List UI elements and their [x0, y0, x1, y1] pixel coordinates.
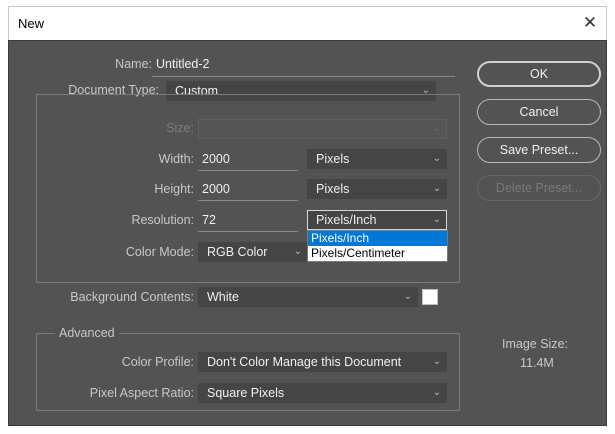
width-input-underline: [198, 170, 298, 171]
menu-item-pixels-centimeter[interactable]: Pixels/Centimeter: [308, 246, 447, 261]
chevron-down-icon: ⌄: [403, 291, 412, 302]
cancel-button[interactable]: Cancel: [477, 99, 601, 125]
pixel-aspect-ratio-label: Pixel Aspect Ratio:: [89, 386, 194, 400]
height-unit-value: Pixels: [316, 182, 350, 196]
background-contents-dropdown[interactable]: White ⌄: [198, 287, 418, 307]
pixel-aspect-ratio-value: Square Pixels: [207, 386, 285, 400]
save-preset-button[interactable]: Save Preset...: [477, 137, 601, 163]
width-label: Width:: [158, 152, 194, 166]
color-mode-value: RGB Color: [207, 245, 268, 259]
resolution-unit-dropdown[interactable]: Pixels/Inch ⌄: [307, 210, 447, 230]
chevron-down-icon: ⌄: [293, 246, 302, 257]
chevron-down-icon: ⌄: [432, 153, 441, 164]
chevron-down-icon: ⌄: [432, 214, 441, 225]
color-mode-dropdown[interactable]: RGB Color ⌄: [198, 242, 308, 262]
resolution-label: Resolution:: [131, 213, 194, 227]
chevron-down-icon: ⌄: [432, 123, 441, 134]
image-size-label: Image Size:: [502, 337, 569, 351]
size-dropdown: ⌄: [198, 119, 447, 139]
advanced-toggle[interactable]: Advanced: [55, 326, 119, 340]
ok-button[interactable]: OK: [477, 61, 601, 87]
close-icon[interactable]: ✕: [580, 14, 600, 34]
width-unit-value: Pixels: [316, 152, 350, 166]
background-contents-label: Background Contents:: [70, 290, 194, 304]
resolution-unit-value: Pixels/Inch: [316, 213, 377, 227]
title-bar: New ✕: [8, 6, 607, 40]
name-label: Name:: [115, 57, 152, 71]
height-input[interactable]: 2000: [202, 182, 230, 196]
new-document-dialog: New ✕ Name: Untitled-2 Document Type: Cu…: [8, 6, 607, 426]
color-profile-dropdown[interactable]: Don't Color Manage this Document ⌄: [198, 352, 447, 372]
height-label: Height:: [154, 182, 194, 196]
color-mode-label: Color Mode:: [125, 245, 194, 259]
image-size-value: 11.4M: [520, 356, 554, 370]
pixel-aspect-ratio-dropdown[interactable]: Square Pixels ⌄: [198, 383, 447, 403]
color-profile-value: Don't Color Manage this Document: [207, 355, 402, 369]
chevron-down-icon: ⌄: [432, 356, 441, 367]
dialog-title: New: [18, 16, 45, 31]
background-contents-value: White: [207, 290, 239, 304]
height-unit-dropdown[interactable]: Pixels ⌄: [307, 179, 447, 199]
resolution-input[interactable]: 72: [202, 213, 216, 227]
height-input-underline: [198, 200, 298, 201]
resolution-unit-menu: Pixels/Inch Pixels/Centimeter: [307, 230, 448, 262]
menu-item-pixels-inch[interactable]: Pixels/Inch: [308, 231, 447, 246]
chevron-down-icon: ⌄: [432, 183, 441, 194]
resolution-input-underline: [198, 231, 298, 232]
delete-preset-button: Delete Preset...: [477, 175, 601, 201]
width-input[interactable]: 2000: [202, 152, 230, 166]
size-label: Size:: [166, 121, 194, 135]
background-color-swatch[interactable]: [422, 289, 438, 305]
chevron-down-icon: ⌄: [432, 387, 441, 398]
name-field[interactable]: Untitled-2: [156, 57, 210, 71]
name-field-underline: [152, 76, 455, 77]
dialog-body: Name: Untitled-2 Document Type: Custom ⌄…: [8, 40, 607, 426]
width-unit-dropdown[interactable]: Pixels ⌄: [307, 149, 447, 169]
color-profile-label: Color Profile:: [121, 355, 194, 369]
